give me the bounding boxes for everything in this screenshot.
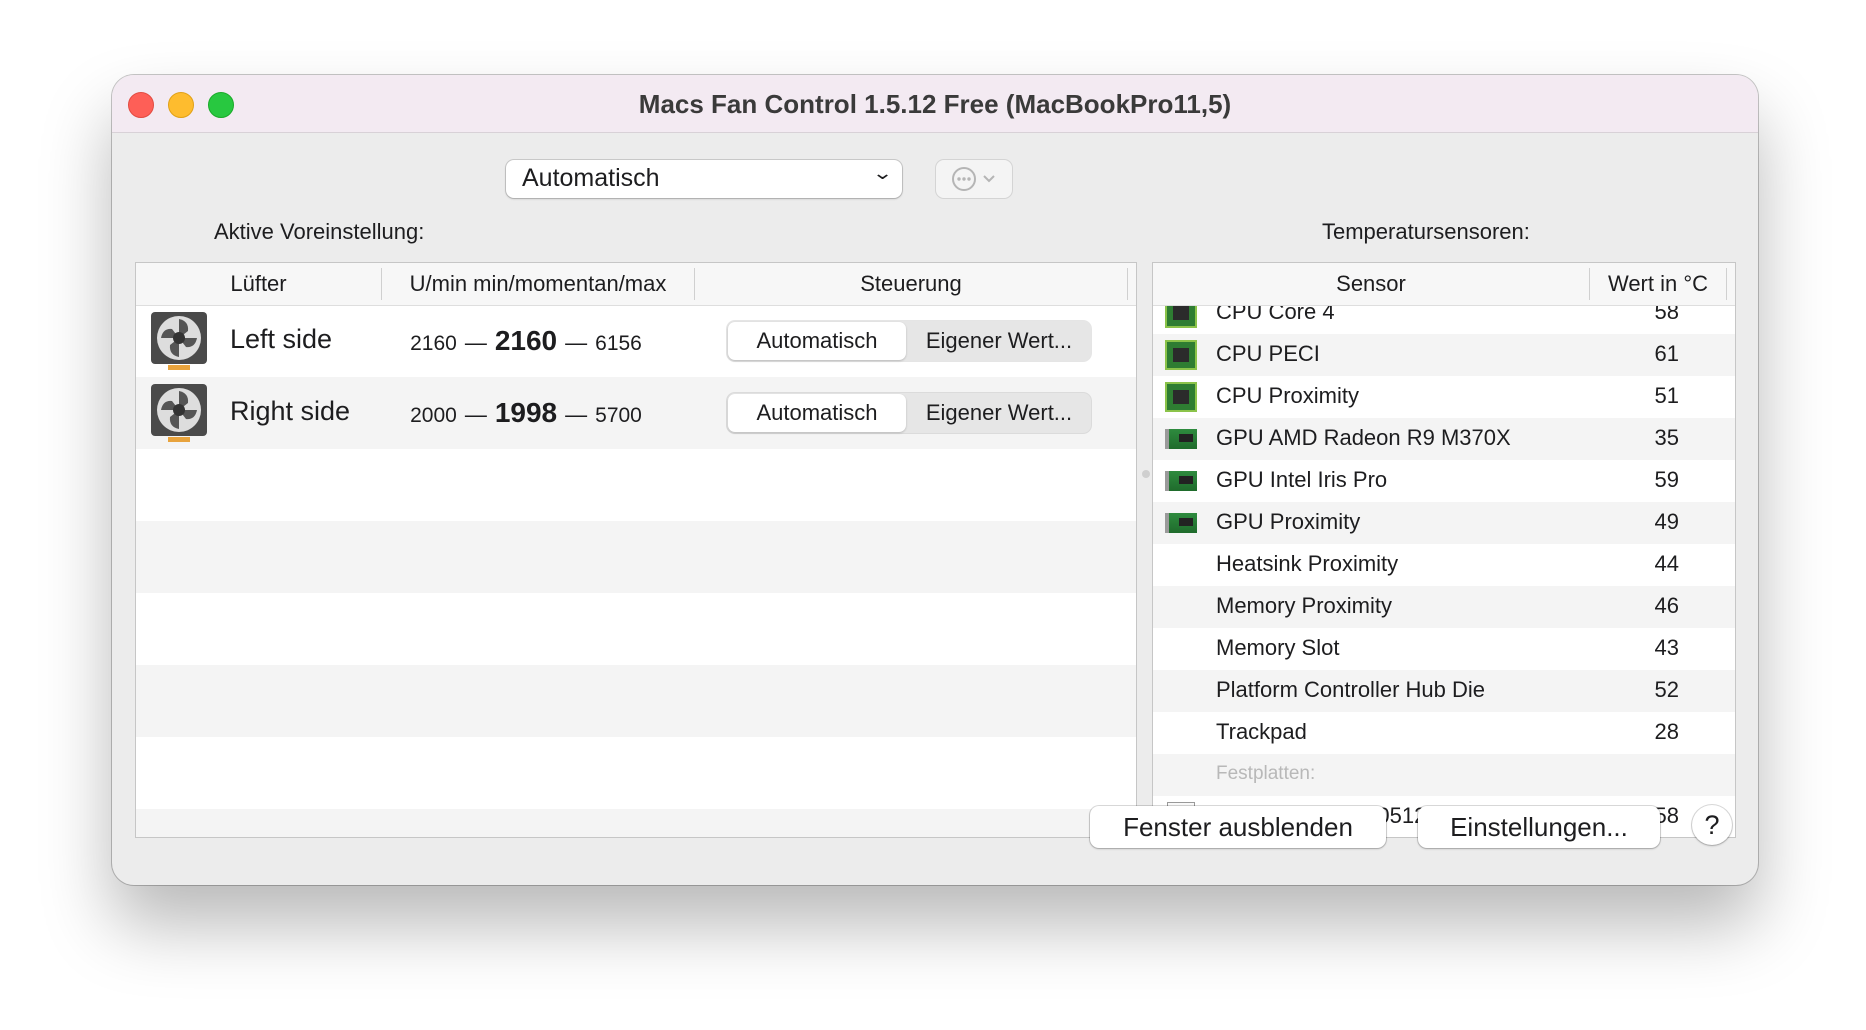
sensors-table-header: Sensor Wert in °C	[1153, 263, 1735, 306]
sensors-label: Temperatursensoren:	[1322, 219, 1530, 244]
disk-section-header: Festplatten:	[1153, 754, 1735, 796]
fans-table-header: Lüfter U/min min/momentan/max Steuerung	[136, 263, 1136, 306]
sensor-value: 59	[1654, 467, 1679, 492]
cpu-chip-icon	[1165, 382, 1197, 412]
preset-label: Aktive Voreinstellung:	[214, 219, 425, 244]
preset-value: Automatisch	[522, 164, 660, 192]
sensor-value: 28	[1654, 719, 1679, 744]
cpu-chip-icon	[1165, 340, 1197, 370]
gpu-card-icon	[1165, 471, 1197, 491]
sensor-name: CPU PECI	[1216, 341, 1320, 366]
empty-row	[136, 665, 1136, 737]
sensor-row[interactable]: CPU PECI 61	[1153, 334, 1735, 376]
split-view-divider[interactable]	[1142, 470, 1150, 478]
fan-rpm: 2000—1998—5700	[410, 397, 642, 428]
sensor-row[interactable]: CPU Proximity 51	[1153, 376, 1735, 418]
gpu-card-icon	[1165, 513, 1197, 533]
sensor-row[interactable]: Memory Proximity 46	[1153, 586, 1735, 628]
help-button[interactable]: ?	[1692, 805, 1732, 845]
fan-row-left[interactable]: Left side 2160—2160—6156 Automatisch Eig…	[136, 305, 1136, 377]
sensor-name: CPU Proximity	[1216, 383, 1360, 408]
hide-window-button[interactable]: Fenster ausblenden	[1090, 806, 1386, 848]
fan-icon	[151, 384, 207, 442]
preset-actions-button[interactable]	[936, 160, 1012, 198]
sensor-name: Memory Slot	[1216, 635, 1340, 660]
fan-name: Left side	[230, 324, 333, 354]
column-header-sensor[interactable]: Sensor	[1153, 263, 1589, 305]
sensor-value: 43	[1654, 635, 1679, 660]
sensor-row[interactable]: GPU Proximity 49	[1153, 502, 1735, 544]
sensor-name: Platform Controller Hub Die	[1216, 677, 1485, 702]
disk-section-label: Festplatten:	[1216, 763, 1316, 784]
sensor-row[interactable]: Trackpad 28	[1153, 712, 1735, 754]
preset-select[interactable]: Automatisch ⌄	[506, 160, 902, 198]
sensor-value: 51	[1654, 383, 1679, 408]
custom-value-button[interactable]: Eigener Wert...	[907, 393, 1091, 433]
fan-row-right[interactable]: Right side 2000—1998—5700 Automatisch Ei…	[136, 377, 1136, 449]
more-options-icon	[952, 167, 995, 191]
column-header-rpm[interactable]: U/min min/momentan/max	[382, 263, 694, 305]
fan-control-segmented: Automatisch Eigener Wert...	[727, 393, 1091, 433]
fan-icon	[151, 312, 207, 370]
sensor-name: GPU AMD Radeon R9 M370X	[1216, 425, 1511, 450]
column-header-control[interactable]: Steuerung	[695, 263, 1127, 305]
fan-rpm-min: 2160	[410, 332, 457, 355]
fan-name: Right side	[230, 396, 351, 426]
column-header-value[interactable]: Wert in °C	[1590, 263, 1726, 305]
empty-row	[136, 521, 1136, 593]
empty-row	[136, 809, 1136, 837]
sensor-value: 49	[1654, 509, 1679, 534]
sensor-name: GPU Intel Iris Pro	[1216, 467, 1388, 492]
fan-rpm-max: 5700	[595, 404, 642, 427]
auto-control-button[interactable]: Automatisch	[728, 394, 906, 432]
sensor-value: 35	[1654, 425, 1679, 450]
chevron-down-icon: ⌄	[871, 163, 894, 183]
sensor-row[interactable]: GPU AMD Radeon R9 M370X 35	[1153, 418, 1735, 460]
fan-rpm-current: 2160	[494, 325, 558, 356]
sensor-row[interactable]: Memory Slot 43	[1153, 628, 1735, 670]
custom-value-button[interactable]: Eigener Wert...	[907, 321, 1091, 361]
fan-rpm: 2160—2160—6156	[410, 325, 642, 356]
sensor-row[interactable]: Platform Controller Hub Die 52	[1153, 670, 1735, 712]
window-title: Macs Fan Control 1.5.12 Free (MacBookPro…	[638, 89, 1232, 119]
fan-rpm-min: 2000	[410, 404, 457, 427]
sensor-name: Trackpad	[1216, 719, 1307, 744]
sensor-value: 61	[1654, 341, 1679, 366]
fans-table: Lüfter U/min min/momentan/max Steuerung	[135, 262, 1137, 838]
sensors-table: CPU Core 4 58 Sensor Wert in °C CPU PECI…	[1152, 262, 1736, 838]
fan-rpm-max: 6156	[595, 332, 642, 355]
sensor-value: 46	[1654, 593, 1679, 618]
settings-button[interactable]: Einstellungen...	[1418, 806, 1660, 848]
column-header-fan[interactable]: Lüfter	[136, 263, 381, 305]
gpu-card-icon	[1165, 429, 1197, 449]
sensor-value: 44	[1654, 551, 1679, 576]
sensor-value: 52	[1654, 677, 1679, 702]
app-window: Macs Fan Control 1.5.12 Free (MacBookPro…	[112, 75, 1758, 885]
fan-rpm-current: 1998	[494, 397, 558, 428]
sensor-name: Memory Proximity	[1216, 593, 1393, 618]
sensor-name: GPU Proximity	[1216, 509, 1361, 534]
sensor-row[interactable]: GPU Intel Iris Pro 59	[1153, 460, 1735, 502]
title-bar: Macs Fan Control 1.5.12 Free (MacBookPro…	[112, 75, 1758, 133]
sensor-name: Heatsink Proximity	[1216, 551, 1399, 576]
fan-control-segmented: Automatisch Eigener Wert...	[727, 321, 1091, 361]
sensor-row[interactable]: Heatsink Proximity 44	[1153, 544, 1735, 586]
auto-control-button[interactable]: Automatisch	[728, 322, 906, 360]
